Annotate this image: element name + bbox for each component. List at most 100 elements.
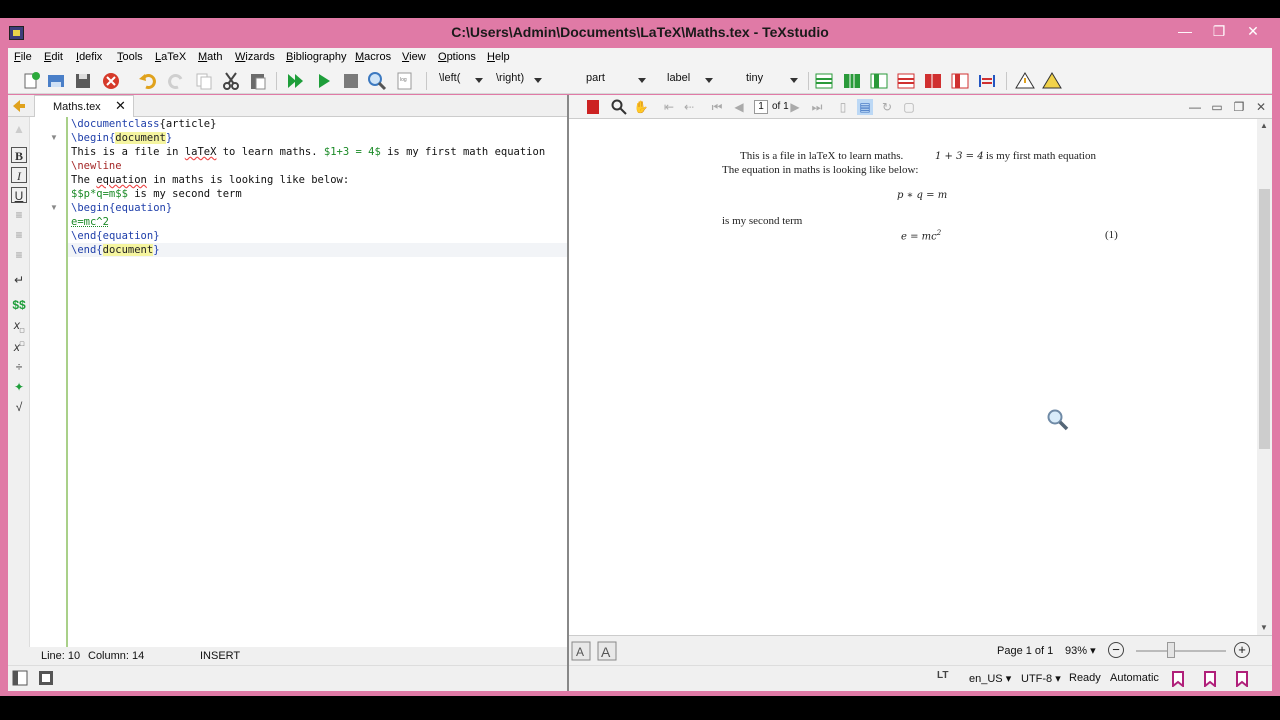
sqrt-icon[interactable]: √ (11, 399, 27, 415)
bookmark-icon[interactable] (1171, 671, 1185, 687)
page-number-input[interactable]: 1 (754, 100, 768, 114)
close-file-icon[interactable] (101, 71, 121, 91)
languagetool-icon[interactable]: LT (937, 670, 948, 681)
save-icon[interactable] (73, 71, 93, 91)
single-page-icon[interactable]: ▯ (835, 99, 851, 115)
menu-tools[interactable]: Tools (117, 51, 143, 63)
menu-options[interactable]: Options (438, 51, 476, 63)
superscript-icon[interactable]: x□ (11, 337, 27, 354)
menu-edit[interactable]: Edit (44, 51, 63, 63)
bold-icon[interactable]: B (11, 147, 27, 163)
embed-pdf-icon[interactable]: ▭ (1209, 99, 1225, 115)
arrow-left-icon[interactable] (12, 99, 26, 113)
scroll-down-icon[interactable]: ▼ (1260, 623, 1268, 632)
font-smaller-icon[interactable]: A (571, 641, 591, 661)
table-remove-row-icon[interactable] (896, 71, 916, 91)
redo-icon[interactable] (166, 71, 186, 91)
menu-idefix[interactable]: Idefix (76, 51, 102, 63)
menu-view[interactable]: View (402, 51, 426, 63)
table-add-column-icon[interactable] (842, 71, 862, 91)
table-align-icon[interactable] (977, 71, 997, 91)
fraction-icon[interactable]: ÷ (11, 359, 27, 375)
stop-icon[interactable] (341, 71, 361, 91)
display-math-icon[interactable]: $$ (11, 297, 27, 313)
zoom-slider[interactable] (1136, 650, 1226, 652)
table-add-row-icon[interactable] (814, 71, 834, 91)
cut-icon[interactable] (221, 71, 241, 91)
view-pdf-icon[interactable] (367, 71, 387, 91)
italic-icon[interactable]: I (11, 167, 27, 183)
messages-panel-icon[interactable] (38, 670, 54, 686)
dfrac-icon[interactable]: ✦ (11, 379, 27, 395)
continuous-icon[interactable]: ▤ (857, 99, 873, 115)
arrow-up-icon[interactable]: ▲ (11, 121, 27, 137)
window-pdf-icon[interactable]: ❐ (1231, 99, 1247, 115)
scroll-thumb[interactable] (1259, 189, 1270, 449)
paste-icon[interactable] (248, 71, 268, 91)
label-combo[interactable]: label (667, 72, 713, 90)
menu-file[interactable]: File (14, 51, 32, 63)
save-all-icon[interactable] (46, 71, 66, 91)
fold-marker-icon[interactable]: ▼ (50, 203, 58, 212)
new-file-icon[interactable] (22, 71, 42, 91)
view-log-icon[interactable]: log (395, 71, 415, 91)
font-size-combo[interactable]: tiny (746, 72, 798, 90)
menu-macros[interactable]: Macros (355, 51, 391, 63)
hand-tool-icon[interactable]: ✋ (633, 99, 649, 115)
zoom-in-icon[interactable]: + (1234, 642, 1250, 658)
menu-latex[interactable]: LaTeX (155, 51, 186, 63)
go-previous-icon[interactable]: ◀ (731, 99, 747, 115)
minimize-pdf-icon[interactable]: — (1187, 99, 1203, 115)
subscript-icon[interactable]: x□ (11, 317, 27, 334)
maximize-icon[interactable]: ❐ (1204, 20, 1234, 42)
table-insert-column-icon[interactable] (869, 71, 889, 91)
minimize-icon[interactable]: — (1170, 20, 1200, 42)
build-and-view-icon[interactable] (286, 71, 306, 91)
encoding-combo[interactable]: UTF-8 ▾ (1021, 672, 1061, 685)
copy-icon[interactable] (194, 71, 214, 91)
zoom-level-combo[interactable]: 93% ▾ (1065, 644, 1096, 657)
zoom-out-icon[interactable]: − (1108, 642, 1124, 658)
next-warning-icon[interactable] (1042, 71, 1062, 91)
sync-icon[interactable]: ↻ (879, 99, 895, 115)
underline-icon[interactable]: U (11, 187, 27, 203)
bookmark-previous-icon[interactable] (1203, 671, 1217, 687)
pdf-page-view[interactable]: This is a file in laTeX to learn maths. … (569, 119, 1257, 635)
structure-panel-icon[interactable] (12, 670, 28, 686)
menu-bibliography[interactable]: Bibliography (286, 51, 347, 63)
warning-icon[interactable] (1015, 71, 1035, 91)
fit-page-icon[interactable]: ▢ (901, 99, 917, 115)
newline-icon[interactable]: ↵ (11, 272, 27, 288)
align-right-icon[interactable]: ≡ (11, 247, 27, 263)
code-editor[interactable]: \documentclass{article} \begin{document}… (66, 117, 567, 647)
fold-marker-icon[interactable]: ▼ (50, 133, 58, 142)
pdf-file-icon[interactable] (585, 99, 601, 115)
go-next-icon[interactable]: ▶ (787, 99, 803, 115)
undo-icon[interactable] (138, 71, 158, 91)
scroll-up-icon[interactable]: ▲ (1260, 121, 1268, 130)
font-larger-icon[interactable]: A (597, 641, 617, 661)
go-first-icon[interactable]: ⏮ (709, 99, 725, 115)
bookmark-next-icon[interactable] (1235, 671, 1249, 687)
spell-language-combo[interactable]: en_US ▾ (969, 672, 1011, 685)
menu-math[interactable]: Math (198, 51, 222, 63)
zoom-slider-thumb[interactable] (1167, 642, 1175, 658)
menu-help[interactable]: Help (487, 51, 510, 63)
close-icon[interactable]: ✕ (1238, 20, 1268, 42)
search-icon[interactable] (611, 99, 627, 115)
go-last-icon[interactable]: ⏭ (809, 99, 825, 115)
compile-icon[interactable] (314, 71, 334, 91)
status-automatic[interactable]: Automatic (1110, 672, 1159, 684)
pdf-scrollbar[interactable]: ▲ ▼ (1257, 119, 1272, 635)
tab-close-icon[interactable]: ✕ (115, 98, 126, 114)
table-remove-column-icon[interactable] (923, 71, 943, 91)
section-combo[interactable]: part (586, 72, 646, 90)
left-delimiter-combo[interactable]: \left( (439, 72, 483, 90)
tab-maths-tex[interactable]: Maths.tex ✕ (34, 95, 134, 117)
menu-wizards[interactable]: Wizards (235, 51, 275, 63)
table-delete-column-icon[interactable] (950, 71, 970, 91)
align-left-icon[interactable]: ≡ (11, 207, 27, 223)
close-pdf-icon[interactable]: ✕ (1253, 99, 1269, 115)
right-delimiter-combo[interactable]: \right) (496, 72, 542, 90)
align-center-icon[interactable]: ≡ (11, 227, 27, 243)
